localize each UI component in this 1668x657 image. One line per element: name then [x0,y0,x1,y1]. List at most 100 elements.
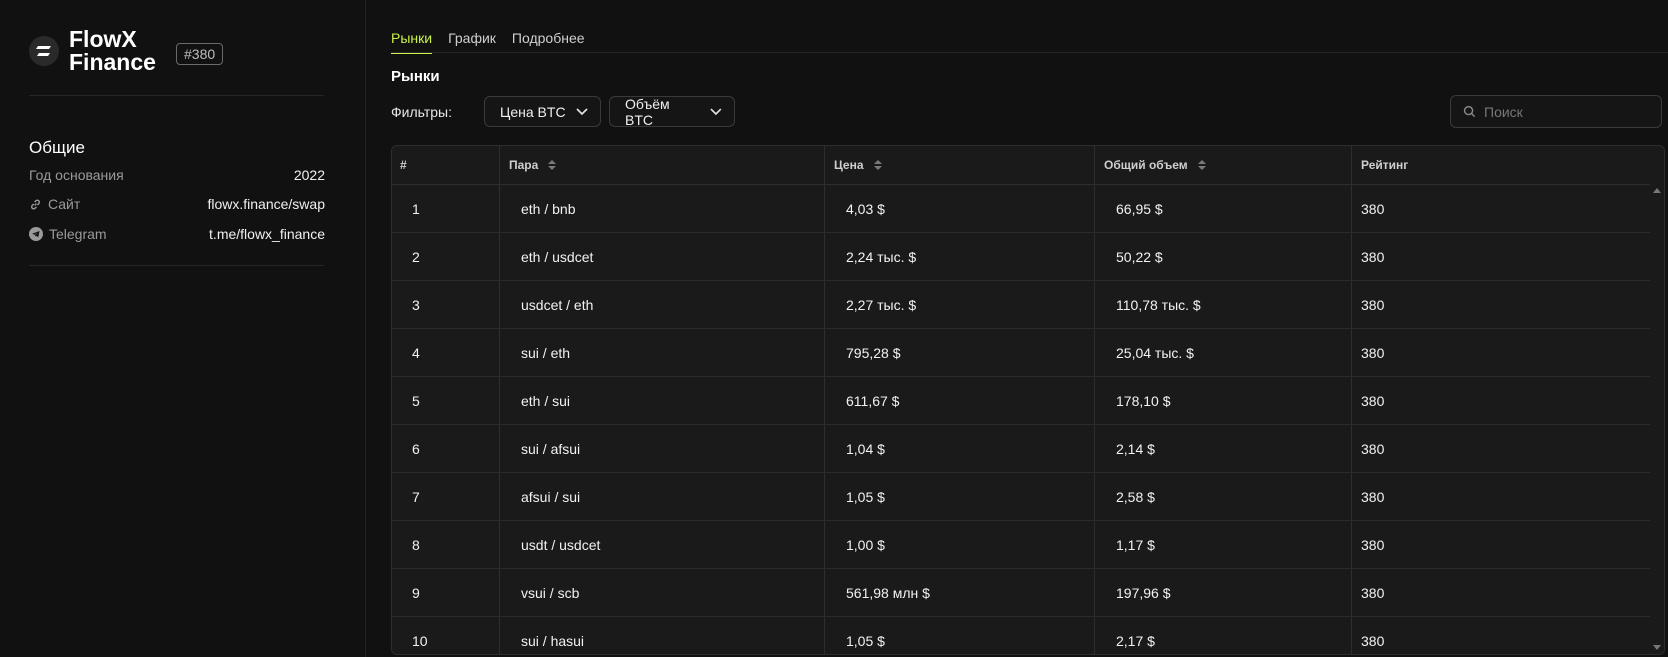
cell-pair[interactable]: sui / afsui [500,425,825,472]
table-row[interactable]: 9 vsui / scb 561,98 млн $197,96 $ 380 [392,569,1664,617]
tab-chart[interactable]: График [448,30,496,54]
cell-volume: 2,17 $ [1095,617,1352,654]
cell-index: 8 [392,521,500,568]
table-row[interactable]: 8 usdt / usdcet 1,00 $1,17 $ 380 [392,521,1664,569]
cell-rating: 380 [1361,632,1385,649]
brand-name-line1: FlowX [69,26,137,52]
link-icon [31,199,40,209]
cell-volume: 110,78 тыс. $ [1095,281,1352,328]
table-row[interactable]: 3 usdcet / eth 2,27 тыс. $110,78 тыс. $ 380 [392,281,1664,329]
tab-markets[interactable]: Рынки [391,30,433,54]
cell-price: 1,05 $ [825,473,1095,520]
chevron-down-icon [575,107,588,115]
cell-volume: 1,17 $ [1095,521,1352,568]
telegram-label: Telegram [49,226,107,242]
cell-rating: 380 [1361,488,1385,505]
flowx-logo-icon [29,36,59,66]
cell-rating: 380 [1361,536,1385,553]
header-pair[interactable]: Пара [500,146,825,184]
cell-price: 1,04 $ [825,425,1095,472]
cell-rating: 380 [1361,344,1385,361]
cell-index: 6 [392,425,500,472]
page-title: Рынки [391,68,440,85]
cell-pair[interactable]: vsui / scb [500,569,825,616]
table-row[interactable]: 5 eth / sui 611,67 $178,10 $ 380 [392,377,1664,425]
header-index: # [392,146,500,184]
sidebar: FlowX Finance #380 Общие Год основания 2… [0,0,366,657]
cell-index: 9 [392,569,500,616]
cell-pair[interactable]: sui / eth [500,329,825,376]
site-label: Сайт [48,196,81,212]
cell-pair[interactable]: sui / hasui [500,617,825,654]
table-row[interactable]: 4 sui / eth 795,28 $25,04 тыс. $ 380 [392,329,1664,377]
cell-price: 795,28 $ [825,329,1095,376]
cell-index: 4 [392,329,500,376]
cell-rating: 380 [1361,584,1385,601]
brand-name: FlowX Finance [69,28,169,74]
cell-index: 10 [392,617,500,654]
cell-pair[interactable]: eth / bnb [500,185,825,232]
scroll-down-arrow-icon[interactable] [1653,645,1661,650]
site-link[interactable]: flowx.finance/swap [207,196,325,212]
cell-pair[interactable]: afsui / sui [500,473,825,520]
telegram-icon [29,227,43,241]
cell-price: 2,24 тыс. $ [825,233,1095,280]
cell-rating: 380 [1361,200,1385,217]
sort-icon[interactable] [548,160,557,170]
cell-volume: 197,96 $ [1095,569,1352,616]
table-row[interactable]: 1 eth / bnb 4,03 $66,95 $ 380 [392,185,1664,233]
cell-volume: 66,95 $ [1095,185,1352,232]
cell-rating: 380 [1361,440,1385,457]
info-row-site: Сайт flowx.finance/swap [29,196,325,212]
scrollbar[interactable] [1650,184,1664,654]
cell-price: 2,27 тыс. $ [825,281,1095,328]
tab-details[interactable]: Подробнее [512,30,585,54]
cell-pair[interactable]: usdt / usdcet [500,521,825,568]
filter-volume-label: Объём BTC [625,95,670,128]
header-volume[interactable]: Общий объем [1095,146,1352,184]
table-header: # Пара Цена Общий объем Рейтинг [392,146,1664,185]
table-row[interactable]: 6 sui / afsui 1,04 $2,14 $ 380 [392,425,1664,473]
search-box[interactable] [1450,95,1662,128]
brand: FlowX Finance [29,28,169,74]
telegram-link[interactable]: t.me/flowx_finance [209,226,325,242]
info-row-founded: Год основания 2022 [29,167,325,183]
filter-price-label: Цена BTC [500,103,566,120]
brand-name-line2: Finance [69,49,156,75]
filter-volume-button[interactable]: Объём BTC [609,95,735,128]
tab-bar: Рынки График Подробнее [391,30,585,54]
cell-index: 2 [392,233,500,280]
cell-price: 611,67 $ [825,377,1095,424]
cell-volume: 25,04 тыс. $ [1095,329,1352,376]
cell-pair[interactable]: eth / usdcet [500,233,825,280]
info-row-telegram: Telegram t.me/flowx_finance [29,226,325,242]
rank-badge: #380 [176,43,224,65]
filter-price-button[interactable]: Цена BTC [484,96,601,127]
cell-index: 7 [392,473,500,520]
cell-pair[interactable]: usdcet / eth [500,281,825,328]
table-row[interactable]: 2 eth / usdcet 2,24 тыс. $50,22 $ 380 [392,233,1664,281]
search-input[interactable] [1482,102,1656,121]
cell-index: 3 [392,281,500,328]
cell-index: 1 [392,185,500,232]
cell-price: 1,05 $ [825,617,1095,654]
cell-price: 561,98 млн $ [825,569,1095,616]
sort-icon[interactable] [873,160,882,170]
section-title-general: Общие [29,138,85,157]
cell-volume: 2,58 $ [1095,473,1352,520]
cell-index: 5 [392,377,500,424]
founded-value: 2022 [293,167,325,183]
table-row[interactable]: 10 sui / hasui 1,05 $2,17 $ 380 [392,617,1664,654]
markets-table: # Пара Цена Общий объем Рейтинг 1 eth / b… [391,145,1665,655]
table-row[interactable]: 7 afsui / sui 1,05 $2,58 $ 380 [392,473,1664,521]
cell-price: 1,00 $ [825,521,1095,568]
header-rating: Рейтинг [1361,158,1409,172]
divider [29,95,324,96]
chevron-down-icon [710,107,722,115]
search-icon [1463,105,1476,118]
header-price[interactable]: Цена [825,146,1095,184]
cell-pair[interactable]: eth / sui [500,377,825,424]
scroll-up-arrow-icon[interactable] [1653,188,1661,193]
founded-label: Год основания [29,167,124,183]
sort-icon[interactable] [1197,160,1206,170]
